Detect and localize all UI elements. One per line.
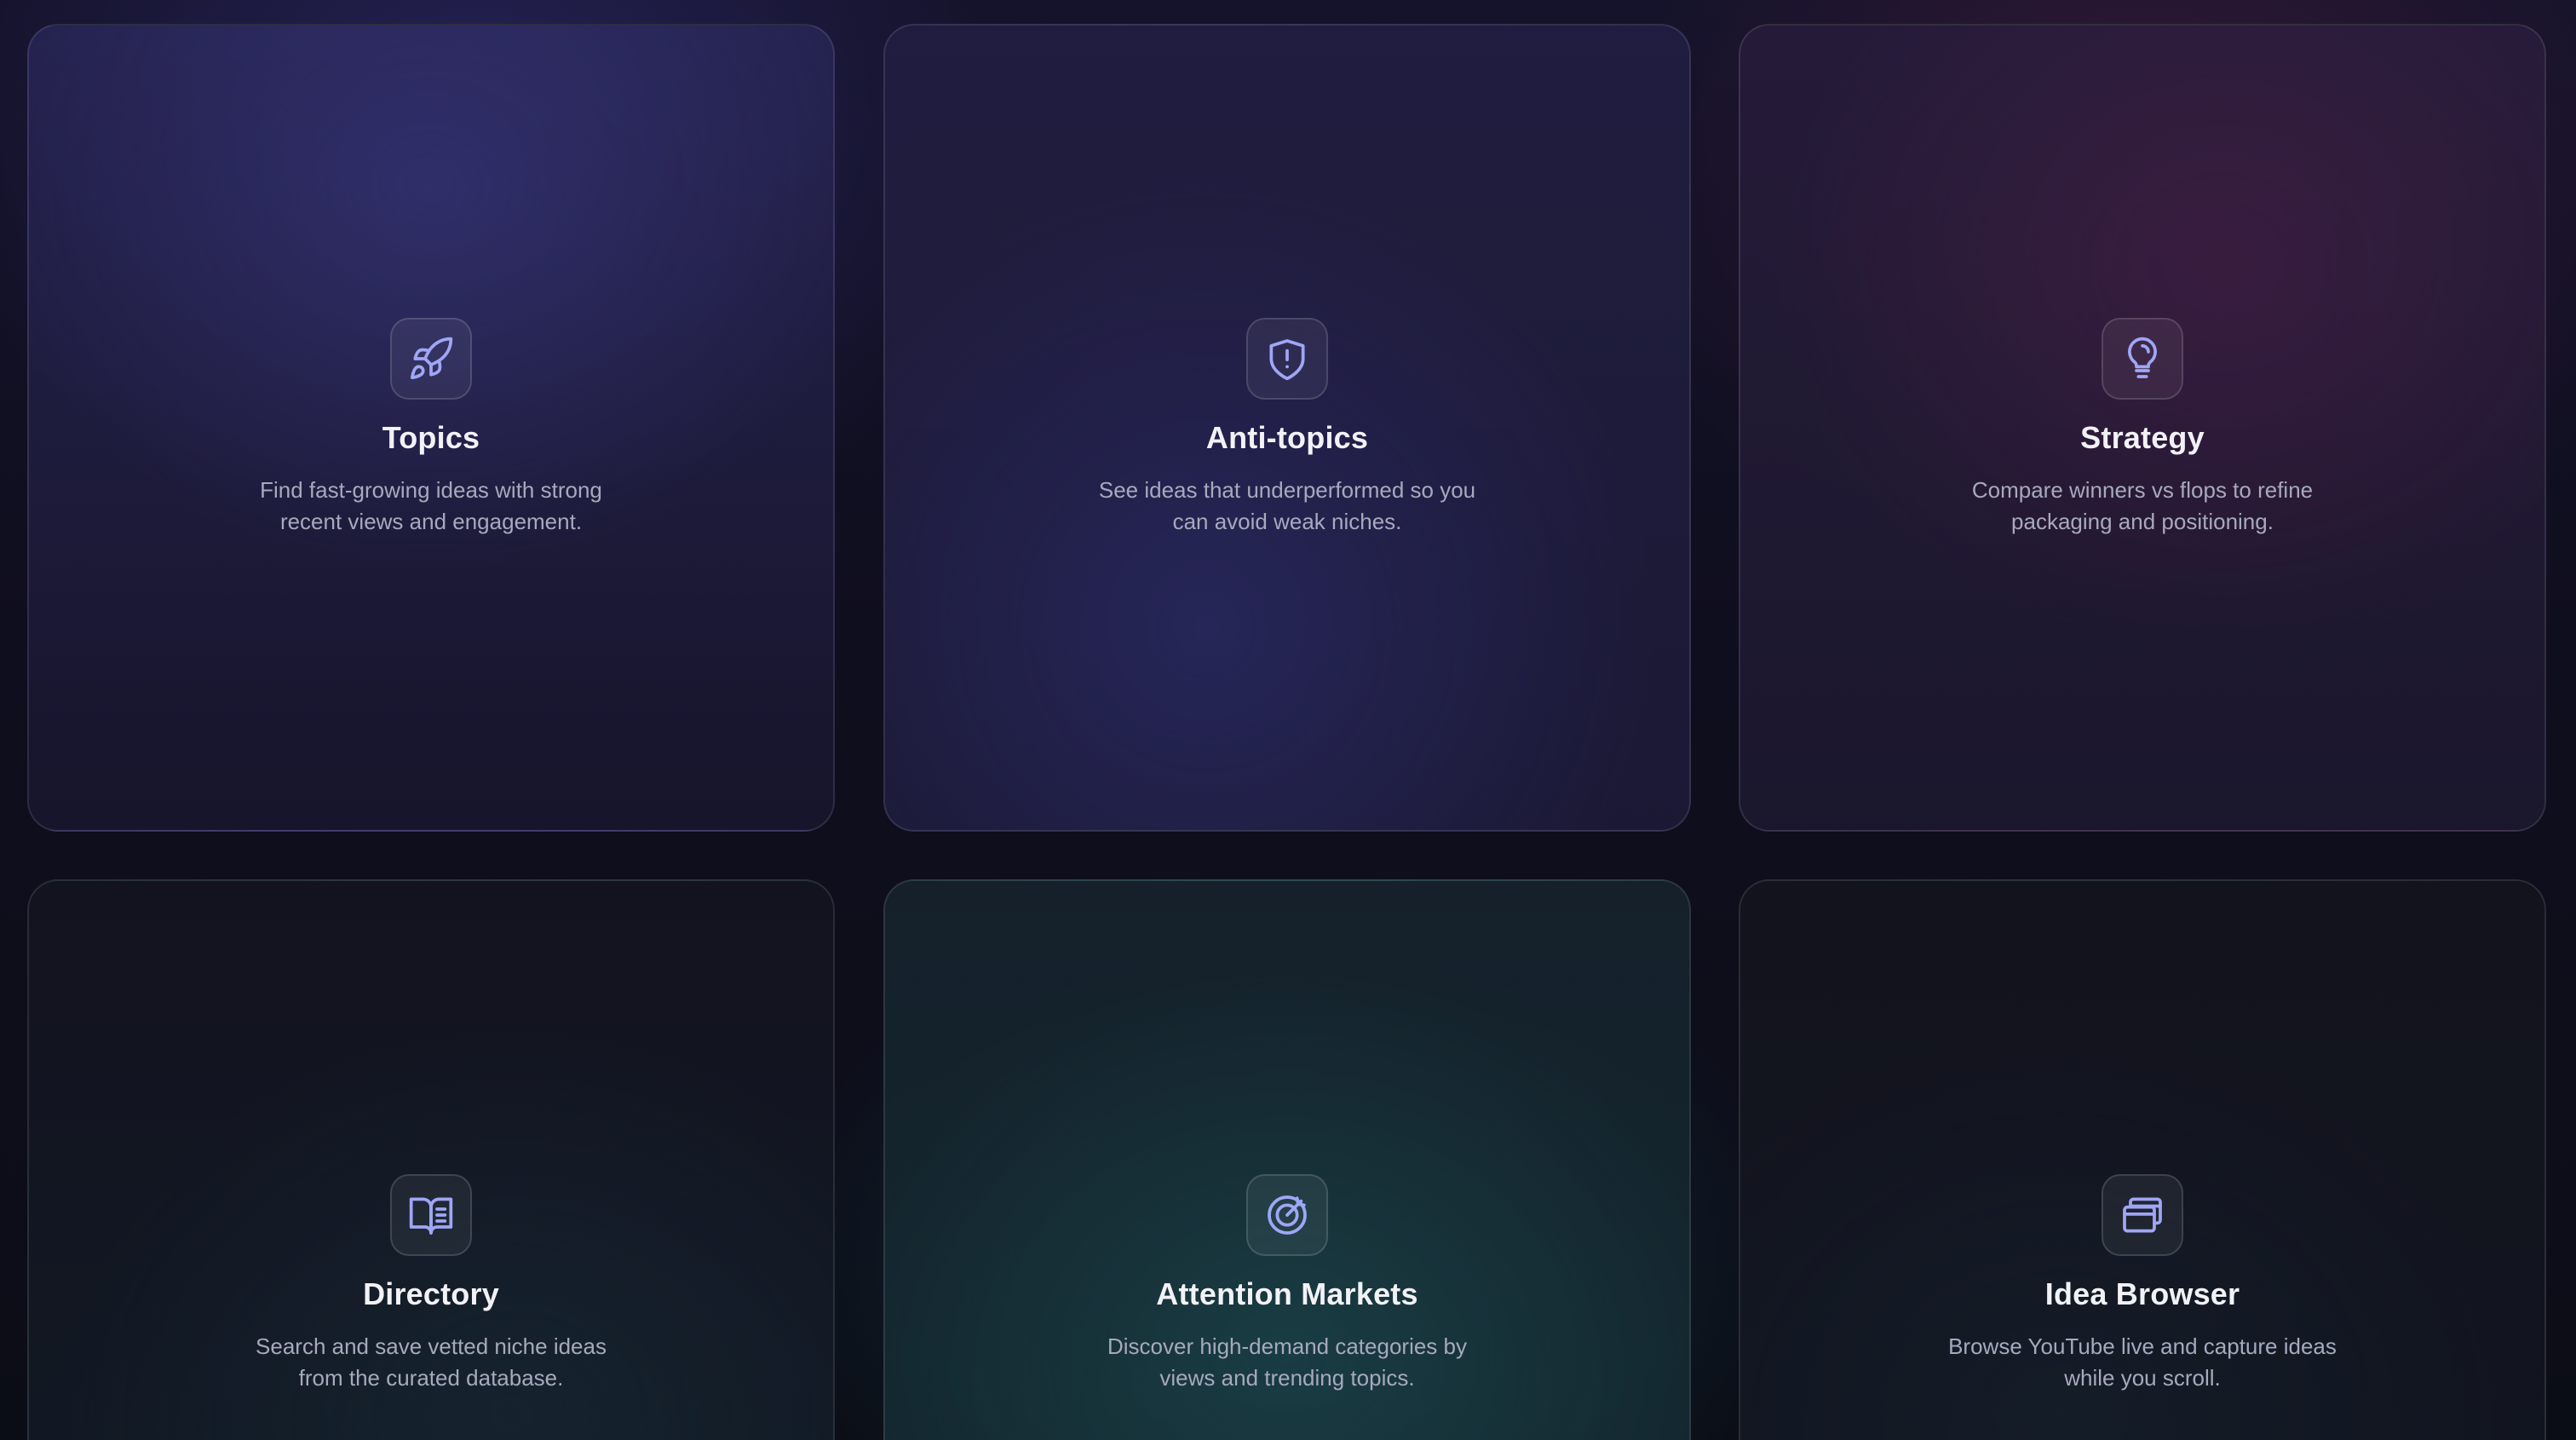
card-title: Idea Browser bbox=[2044, 1276, 2240, 1311]
card-description: See ideas that underperformed so you can… bbox=[1098, 477, 1476, 534]
target-icon bbox=[1268, 1195, 1307, 1235]
card-description: Discover high-demand categories by views… bbox=[1107, 1333, 1467, 1391]
shield-alert-icon bbox=[1269, 339, 1305, 381]
topics-icon-container bbox=[390, 318, 472, 400]
card-title: Anti-topics bbox=[1205, 420, 1369, 455]
feature-grid-page: Topics Find fast-growing ideas with stro… bbox=[0, 0, 2576, 1440]
lightbulb-icon bbox=[2128, 337, 2157, 378]
card-attention-markets[interactable]: Attention Markets Discover high-demand c… bbox=[883, 879, 1691, 1440]
attention-markets-icon-container bbox=[1246, 1174, 1328, 1256]
card-idea-browser[interactable]: Idea Browser Browse YouTube live and cap… bbox=[1739, 879, 2546, 1440]
card-description: Find fast-growing ideas with strong rece… bbox=[260, 477, 602, 534]
card-title: Strategy bbox=[2080, 420, 2205, 455]
browser-windows-icon bbox=[2123, 1197, 2162, 1233]
card-description: Browse YouTube live and capture ideas wh… bbox=[1948, 1333, 2337, 1391]
book-open-icon bbox=[409, 1197, 453, 1235]
strategy-icon-container bbox=[2102, 318, 2183, 400]
card-anti-topics[interactable]: Anti-topics See ideas that underperforme… bbox=[883, 24, 1691, 832]
directory-icon-container bbox=[390, 1174, 472, 1256]
idea-browser-icon-container bbox=[2102, 1174, 2183, 1256]
rocket-icon bbox=[410, 337, 453, 380]
card-directory[interactable]: Directory Search and save vetted niche i… bbox=[27, 879, 835, 1440]
card-description: Search and save vetted niche ideas from … bbox=[256, 1333, 607, 1391]
card-strategy[interactable]: Strategy Compare winners vs flops to ref… bbox=[1739, 24, 2546, 832]
anti-topics-icon-container bbox=[1246, 318, 1328, 400]
card-title: Attention Markets bbox=[1156, 1276, 1418, 1311]
card-title: Directory bbox=[363, 1276, 499, 1311]
card-title: Topics bbox=[382, 420, 480, 455]
card-description: Compare winners vs flops to refine packa… bbox=[1971, 477, 2314, 534]
card-topics[interactable]: Topics Find fast-growing ideas with stro… bbox=[27, 24, 835, 832]
